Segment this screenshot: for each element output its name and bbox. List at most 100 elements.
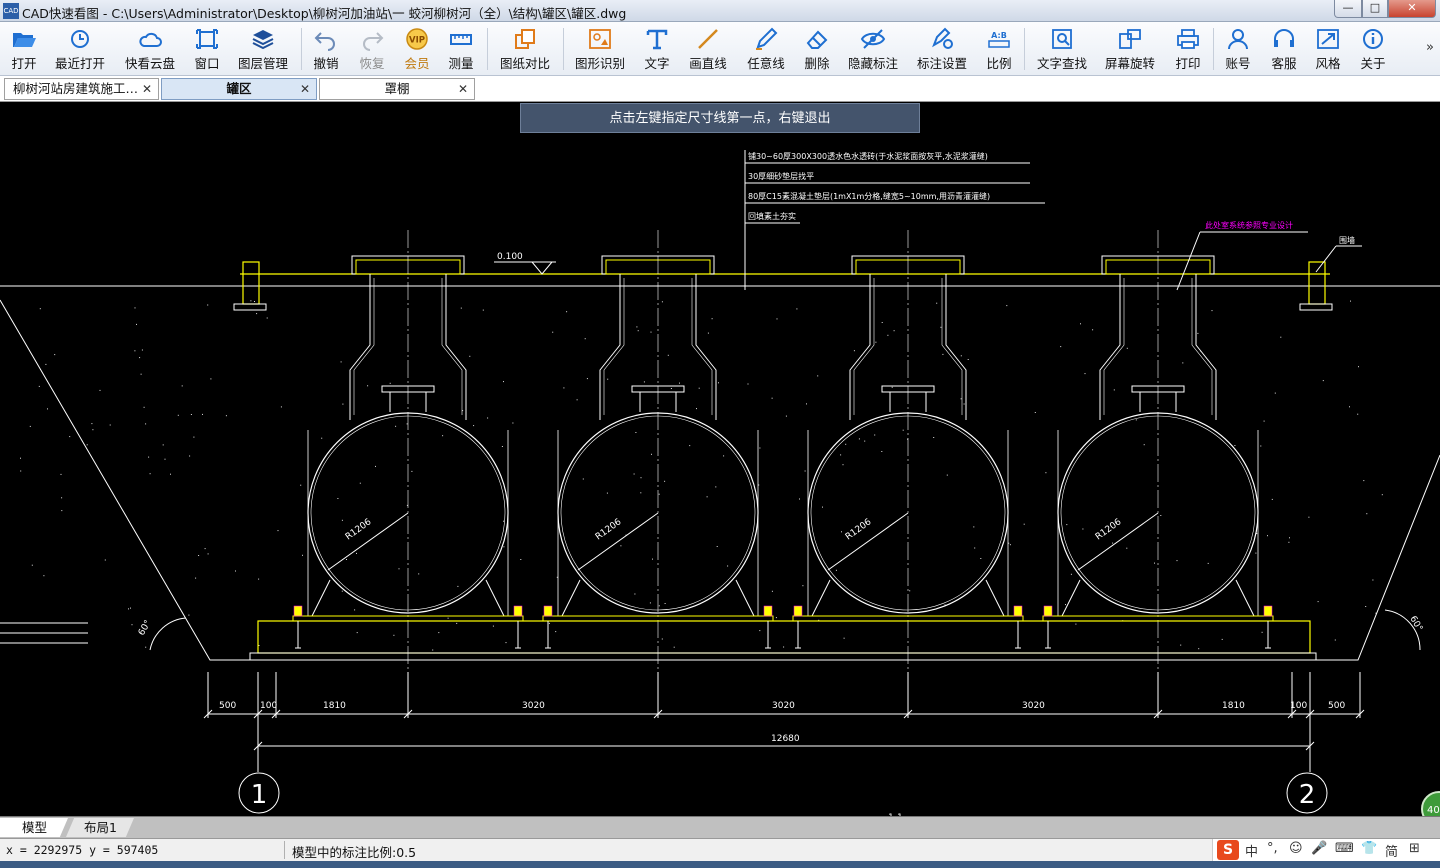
hatch-dot [99, 389, 101, 391]
toolbar-account-button[interactable]: 账号 [1221, 24, 1255, 74]
level-mark-triangle [531, 261, 553, 275]
ime-language[interactable]: 中 [1245, 841, 1258, 860]
toolbar-shape-recognize-button[interactable]: 图形识别 [572, 24, 628, 74]
ime-simplified[interactable]: 简 [1385, 841, 1398, 860]
ime-punctuation[interactable]: °, [1267, 841, 1278, 856]
hatch-dot [501, 446, 503, 447]
toolbar-line-button[interactable]: 画直线 [686, 24, 730, 74]
hatch-dot [1288, 541, 1290, 543]
hatch-dot [555, 631, 557, 633]
toolbar-hide-annotation-button[interactable]: 隐藏标注 [845, 24, 901, 74]
toolbar-window-button[interactable]: 窗口 [190, 24, 224, 74]
hatch-dot [664, 480, 666, 482]
toolbar-annotation-settings-button[interactable]: 标注设置 [914, 24, 970, 74]
hatch-dot [1234, 445, 1236, 446]
toolbar-label: 图形识别 [574, 56, 625, 71]
hatch-dot [936, 302, 938, 304]
close-window-button[interactable]: ✕ [1388, 0, 1436, 18]
toolbar-style-button[interactable]: 风格 [1311, 24, 1345, 74]
ime-menu-icon[interactable]: ⊞ [1409, 841, 1420, 856]
tab-tank-area[interactable]: 罐区 ✕ [161, 78, 317, 100]
toolbar-separator [487, 28, 488, 70]
toolbar-measure-button[interactable]: 测量 [444, 24, 478, 74]
hatch-dot [747, 383, 749, 385]
hatch-dot [875, 341, 877, 343]
hatch-dot [804, 470, 806, 472]
hatch-dot [716, 546, 718, 547]
toolbar-print-button[interactable]: 打印 [1171, 24, 1205, 74]
toolbar-layers-button[interactable]: 图层管理 [234, 24, 292, 74]
hatch-dot [134, 307, 136, 309]
hatch-dot [1334, 639, 1336, 641]
sogou-logo-icon[interactable]: S [1217, 840, 1239, 860]
toolbar-vip-button[interactable]: VIP 会员 [400, 24, 434, 74]
toolbar-delete-button[interactable]: 删除 [800, 24, 834, 74]
hatch-dot [207, 553, 209, 555]
hatch-dot [398, 568, 400, 570]
cad-drawing[interactable]: 60° 60° R1206 R1206 R1206 R1206 铺30~60厚3… [0, 102, 1440, 816]
close-tab-icon[interactable]: ✕ [300, 79, 310, 99]
status-separator [284, 841, 285, 859]
ime-keyboard-icon[interactable]: ⌨ [1335, 841, 1354, 856]
toolbar-redo-button[interactable]: 恢复 [355, 24, 389, 74]
hatch-dot [202, 413, 203, 415]
dim-label: 1810 [323, 701, 346, 711]
cloud-icon [139, 32, 162, 47]
hatch-dot [148, 456, 150, 458]
tab-canopy[interactable]: 罩棚 ✕ [319, 78, 475, 100]
toolbar-compare-button[interactable]: 图纸对比 [496, 24, 554, 74]
wall-note-leader [1315, 245, 1337, 273]
toolbar-cloud-button[interactable]: 快看云盘 [121, 24, 179, 74]
tab-layout1[interactable]: 布局1 [66, 818, 134, 837]
toolbar-text-search-button[interactable]: 文字查找 [1033, 24, 1091, 74]
ime-skin-icon[interactable]: 👕 [1361, 841, 1377, 856]
toolbar-text-button[interactable]: 文字 [640, 24, 674, 74]
axis-label-1: 1 [251, 780, 268, 810]
toolbar-scale-button[interactable]: A:B 比例 [982, 24, 1016, 74]
hatch-dot [1112, 542, 1114, 544]
drawing-canvas[interactable]: 60° 60° R1206 R1206 R1206 R1206 铺30~60厚3… [0, 102, 1440, 816]
hatch-dot [1280, 336, 1282, 338]
toolbar-freehand-button[interactable]: 任意线 [744, 24, 788, 74]
hatch-dot [1255, 552, 1257, 554]
cursor-coordinates: x = 2292975 y = 597405 [6, 843, 159, 857]
minimize-button[interactable]: — [1334, 0, 1362, 18]
toolbar-open-button[interactable]: 打开 [4, 24, 44, 74]
dim-label: 1810 [1222, 701, 1245, 711]
close-tab-icon[interactable]: ✕ [142, 79, 152, 99]
layout-tab-bar: 模型 布局1 [0, 816, 1440, 838]
hatch-dot [785, 415, 787, 417]
dim-label: 100 [1290, 701, 1307, 711]
ime-toolbar[interactable]: S 中 °, ☺ 🎤 ⌨ 👕 简 ⊞ [1212, 839, 1440, 861]
toolbar-label: 会员 [404, 56, 430, 71]
hatch-dot [170, 473, 171, 475]
hatch-dot [661, 301, 663, 303]
hatch-dot [91, 423, 93, 425]
hatch-dot [584, 338, 586, 340]
hatch-dot [131, 624, 133, 626]
toolbar-recent-button[interactable]: 最近打开 [52, 24, 108, 74]
toolbar-label: 任意线 [747, 56, 785, 71]
hatch-dot [1182, 362, 1184, 364]
ime-mic-icon[interactable]: 🎤 [1311, 841, 1327, 856]
anchor-plate [1043, 605, 1053, 617]
toolbar-support-button[interactable]: 客服 [1267, 24, 1301, 74]
maximize-button[interactable]: □ [1362, 0, 1388, 18]
toolbar-about-button[interactable]: 关于 [1356, 24, 1390, 74]
hatch-dot [1176, 560, 1178, 562]
hatch-dot [771, 397, 773, 399]
toolbar-screen-rotate-button[interactable]: 屏幕旋转 [1102, 24, 1158, 74]
toolbar-undo-button[interactable]: 撤销 [309, 24, 343, 74]
hatch-dot [210, 378, 212, 380]
app-logo-icon: CAD [3, 3, 19, 19]
tab-model[interactable]: 模型 [0, 818, 68, 837]
hatch-dot [651, 453, 652, 455]
close-tab-icon[interactable]: ✕ [458, 79, 468, 99]
tab-station-building[interactable]: 柳树河站房建筑施工… ✕ [4, 78, 159, 100]
toolbar-overflow-button[interactable]: » [1426, 40, 1434, 55]
hatch-dot [1322, 380, 1324, 382]
hatch-dot [822, 506, 823, 508]
hatch-dot [31, 564, 33, 566]
hatch-dot [652, 558, 653, 560]
ime-emoji-icon[interactable]: ☺ [1289, 841, 1303, 856]
